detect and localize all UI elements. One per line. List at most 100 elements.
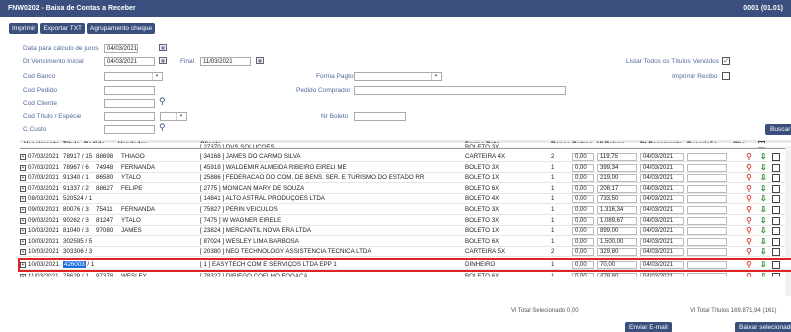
title-code-input[interactable]	[104, 112, 155, 121]
row-checkbox[interactable]	[772, 273, 780, 277]
expand-icon[interactable]: +	[20, 185, 26, 192]
download-icon[interactable]: ⇩	[760, 260, 767, 269]
export-txt-button[interactable]: Exportar TXT	[40, 23, 85, 34]
cell-dt-pagamento-input[interactable]: 04/03/2021	[640, 163, 684, 172]
cell-descricao-input[interactable]	[687, 261, 727, 269]
cell-vl-baixar-input[interactable]: 399,34	[597, 163, 637, 172]
download-icon[interactable]: ⇩	[760, 205, 767, 214]
cell-dt-pagamento-input[interactable]: 04/03/2021	[640, 153, 684, 161]
observation-icon[interactable]: ⚲	[746, 216, 752, 225]
calendar-icon[interactable]: ▦	[159, 57, 167, 64]
cell-descricao-input[interactable]	[687, 216, 727, 225]
cell-descricao-input[interactable]	[687, 206, 727, 214]
row-checkbox[interactable]	[772, 261, 780, 269]
group-check-button[interactable]: Agrupamento cheque	[87, 23, 156, 34]
cell-vl-baixar-input[interactable]: 1.089,67	[597, 216, 637, 225]
cell-outros-input[interactable]: 0,00	[572, 163, 594, 172]
cell-outros-input[interactable]: 0,00	[572, 227, 594, 236]
scrollbar[interactable]	[785, 146, 791, 296]
buyer-order-input[interactable]	[354, 86, 566, 95]
row-checkbox[interactable]	[772, 227, 780, 236]
row-checkbox[interactable]	[772, 153, 780, 161]
observation-icon[interactable]: ⚲	[746, 226, 752, 235]
send-email-button[interactable]: Enviar E-mail	[625, 322, 672, 332]
table-row[interactable]: +07/03/2021 91340 / 1 86580 YTALO [ 25886 ] …	[20, 173, 791, 184]
table-row[interactable]: +10/03/2021 303306 / 3 [ 20380 ] NEO TECHN…	[20, 247, 791, 258]
search-icon[interactable]: ⚲	[159, 97, 166, 106]
download-icon[interactable]: ⇩	[760, 216, 767, 225]
download-icon[interactable]: ⇩	[760, 247, 767, 256]
expand-icon[interactable]: +	[20, 164, 26, 171]
expand-icon[interactable]: +	[20, 217, 26, 224]
download-icon[interactable]: ⇩	[760, 194, 767, 203]
table-row[interactable]: +10/03/2021 302595 / 5 [ 87024 ] WESLEY LI…	[20, 236, 791, 247]
cell-vl-baixar-input[interactable]: 119,75	[597, 153, 637, 161]
cell-dt-pagamento-input[interactable]: 04/03/2021	[640, 195, 684, 204]
expand-icon[interactable]: +	[20, 262, 26, 268]
calendar-icon[interactable]: ▦	[256, 57, 264, 64]
observation-icon[interactable]: ⚲	[746, 237, 752, 246]
bank-code-select[interactable]: ▾	[104, 72, 163, 81]
cell-dt-pagamento-input[interactable]: 04/03/2021	[640, 227, 684, 236]
cell-dt-pagamento-input[interactable]: 04/03/2021	[640, 248, 684, 257]
download-icon[interactable]: ⇩	[760, 163, 767, 172]
expand-icon[interactable]: +	[20, 274, 26, 277]
observation-icon[interactable]: ⚲	[746, 194, 752, 203]
row-checkbox[interactable]	[772, 163, 780, 172]
observation-icon[interactable]: ⚲	[746, 163, 752, 172]
cell-outros-input[interactable]: 0,00	[572, 273, 594, 277]
observation-icon[interactable]: ⚲	[746, 184, 752, 193]
cell-descricao-input[interactable]	[687, 227, 727, 236]
download-icon[interactable]: ⇩	[760, 226, 767, 235]
cell-dt-pagamento-input[interactable]: 04/03/2021	[640, 261, 684, 269]
row-checkbox[interactable]	[772, 206, 780, 214]
download-icon[interactable]: ⇩	[760, 152, 767, 161]
row-checkbox[interactable]	[772, 248, 780, 257]
cell-vl-baixar-input[interactable]: 219,00	[597, 174, 637, 183]
selected-table-row[interactable]: +10/03/2021 426003 / 1 [ 1 ] EASYTECH COM …	[18, 258, 791, 272]
observation-icon[interactable]: ⚲	[746, 247, 752, 256]
cell-dt-pagamento-input[interactable]: 04/03/2021	[640, 174, 684, 183]
cell-outros-input[interactable]: 0,00	[572, 174, 594, 183]
table-row[interactable]: +09/03/2021 80076 / 3 75411 FERNANDA [ 75827…	[20, 205, 791, 215]
cell-vl-baixar-input[interactable]: 733,50	[597, 195, 637, 204]
cell-dt-pagamento-input[interactable]: 04/03/2021	[640, 206, 684, 214]
cell-descricao-input[interactable]	[687, 248, 727, 257]
cell-descricao-input[interactable]	[687, 237, 727, 246]
expand-icon[interactable]: +	[20, 238, 26, 245]
cell-vl-baixar-input[interactable]: 899,00	[597, 227, 637, 236]
cell-dt-pagamento-input[interactable]: 04/03/2021	[640, 216, 684, 225]
cell-vl-baixar-input[interactable]: 329,80	[597, 248, 637, 257]
cell-dt-pagamento-input[interactable]: 04/03/2021	[640, 273, 684, 277]
expand-icon[interactable]: +	[20, 196, 26, 203]
observation-icon[interactable]: ⚲	[746, 152, 752, 161]
row-checkbox[interactable]	[772, 174, 780, 183]
cell-outros-input[interactable]: 0,00	[572, 237, 594, 246]
cell-vl-baixar-input[interactable]: 70,00	[597, 261, 637, 269]
row-checkbox[interactable]	[772, 237, 780, 246]
table-row[interactable]: +11/03/2021 78629 / 1 97378 WESLEY [ 78327 ]…	[20, 272, 791, 277]
cell-descricao-input[interactable]	[687, 174, 727, 183]
due-start-input[interactable]: 04/03/2021	[104, 57, 155, 66]
expand-icon[interactable]: +	[20, 175, 26, 182]
cell-dt-pagamento-input[interactable]: 04/03/2021	[640, 237, 684, 246]
boleto-number-input[interactable]	[354, 112, 406, 121]
cell-descricao-input[interactable]	[687, 163, 727, 172]
cell-descricao-input[interactable]	[687, 273, 727, 277]
cell-vl-baixar-input[interactable]: 208,17	[597, 184, 637, 193]
cell-outros-input[interactable]: 0,00	[572, 261, 594, 269]
cell-outros-input[interactable]: 0,00	[572, 184, 594, 193]
table-row[interactable]: +07/03/2021 78967 / 6 74948 FERNANDA [ 45918…	[20, 162, 791, 173]
cell-vl-baixar-input[interactable]: 1.316,34	[597, 206, 637, 214]
expand-icon[interactable]: +	[20, 207, 26, 213]
client-code-input[interactable]	[104, 99, 155, 108]
expand-icon[interactable]: +	[20, 154, 26, 160]
table-row[interactable]: +07/03/2021 91337 / 2 88627 FELIPE [ 2775 ] …	[20, 183, 791, 194]
settle-selected-button[interactable]: Baixar selecionados	[735, 322, 791, 332]
cell-outros-input[interactable]: 0,00	[572, 206, 594, 214]
table-row[interactable]: +09/03/2021 90262 / 3 81247 YTALO [ 7475 ] W…	[20, 215, 791, 226]
row-checkbox[interactable]	[772, 184, 780, 193]
download-icon[interactable]: ⇩	[760, 272, 767, 277]
download-icon[interactable]: ⇩	[760, 173, 767, 182]
payment-method-select[interactable]: ▾	[354, 72, 442, 81]
